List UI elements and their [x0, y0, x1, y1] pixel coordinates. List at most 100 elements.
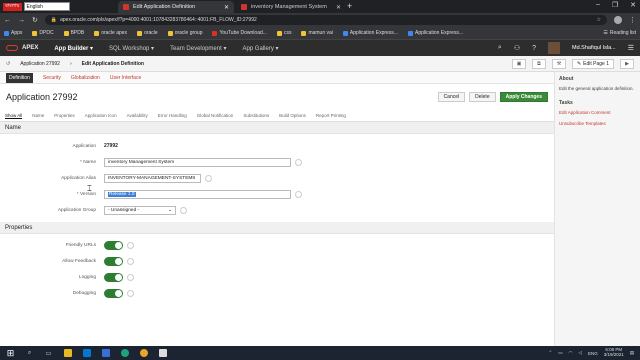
- run-icon[interactable]: ▣: [511, 58, 526, 69]
- mail-icon[interactable]: [101, 349, 110, 358]
- task-view-icon[interactable]: ▭: [44, 349, 53, 358]
- tab-error-handling[interactable]: Error Handling: [158, 113, 187, 118]
- breadcrumb-app[interactable]: Application 27992: [20, 61, 60, 67]
- nav-app-gallery[interactable]: App Gallery ▾: [242, 45, 278, 52]
- logging-toggle[interactable]: [104, 272, 123, 282]
- nav-sql-workshop[interactable]: SQL Workshop ▾: [109, 45, 154, 52]
- store-icon[interactable]: [82, 349, 91, 358]
- help-icon[interactable]: [127, 289, 134, 297]
- friendly-urls-toggle[interactable]: [104, 240, 123, 250]
- tab-application-icon[interactable]: Application Icon: [85, 113, 117, 118]
- user-name[interactable]: Md.Shafiqul Isla...: [572, 45, 616, 51]
- volume-icon[interactable]: ◁: [578, 350, 581, 356]
- tab-report-printing[interactable]: Report Printing: [316, 113, 346, 118]
- tab-availability[interactable]: Availability: [127, 113, 148, 118]
- reading-list[interactable]: ☰ Reading list: [603, 30, 636, 36]
- help-icon[interactable]: [180, 206, 187, 214]
- tab-show-all[interactable]: Show All: [5, 113, 23, 119]
- tab-user-interface[interactable]: User Interface: [110, 75, 141, 81]
- help-icon[interactable]: [127, 257, 134, 265]
- close-tab-icon[interactable]: ✕: [336, 4, 341, 11]
- bookmark[interactable]: oracle: [137, 30, 158, 36]
- tab-security[interactable]: Security: [43, 75, 61, 81]
- tab-inventory[interactable]: inventory Management System ✕: [236, 1, 346, 13]
- help-icon[interactable]: [127, 273, 134, 281]
- wrench-icon[interactable]: ⚒: [551, 58, 566, 69]
- close-window-icon[interactable]: ✕: [630, 1, 636, 9]
- bookmark[interactable]: mamun vai: [301, 30, 333, 36]
- tab-globalization[interactable]: Globalization: [71, 75, 100, 81]
- maximize-icon[interactable]: ❐: [612, 1, 618, 9]
- tab-properties[interactable]: Properties: [54, 113, 75, 118]
- chrome-icon[interactable]: [139, 349, 148, 358]
- language-indicator[interactable]: ENG: [588, 351, 598, 356]
- people-icon[interactable]: ⚇: [514, 44, 520, 52]
- wifi-icon[interactable]: ◠: [569, 350, 573, 356]
- allow-feedback-toggle[interactable]: [104, 256, 123, 266]
- app-icon[interactable]: [158, 349, 167, 358]
- cancel-button[interactable]: Cancel: [437, 92, 466, 102]
- bookmark[interactable]: DPDC: [32, 30, 54, 36]
- youtube-icon: [212, 30, 218, 36]
- alias-input[interactable]: INVENTORY-MANAGEMENT-SYSTEM8: [104, 173, 201, 183]
- help-icon[interactable]: [205, 174, 212, 182]
- debugging-toggle[interactable]: [104, 288, 123, 298]
- clock[interactable]: 6:08 PM 3/19/2021: [604, 347, 624, 358]
- version-input[interactable]: Release 1.0: [104, 189, 291, 199]
- avatar[interactable]: [548, 42, 560, 54]
- help-icon[interactable]: [295, 190, 302, 198]
- bookmark[interactable]: BPDB: [63, 30, 84, 36]
- star-icon[interactable]: ☆: [597, 17, 601, 23]
- bookmark-apps[interactable]: Apps: [4, 30, 22, 36]
- tab-definition[interactable]: Definition: [6, 72, 33, 83]
- menu-icon[interactable]: ☰: [628, 44, 634, 52]
- nav-team-development[interactable]: Team Development ▾: [170, 45, 226, 52]
- task-edit-comment[interactable]: Edit Application Comment: [559, 110, 636, 115]
- chevron-up-icon[interactable]: ⌃: [548, 350, 552, 356]
- play-icon[interactable]: ▶: [620, 58, 634, 69]
- application-group-select[interactable]: - Unassigned - ⌄: [104, 205, 176, 215]
- file-explorer-icon[interactable]: [63, 349, 72, 358]
- bookmark[interactable]: YouTube Download...: [212, 30, 267, 36]
- help-icon[interactable]: ?: [532, 45, 536, 52]
- search-icon[interactable]: ⌕: [498, 44, 502, 52]
- bookmark[interactable]: oracle apex: [94, 30, 127, 36]
- name-input[interactable]: inventory Management System: [104, 157, 291, 167]
- search-icon[interactable]: ⌕: [25, 349, 34, 358]
- link-icon[interactable]: ⧉: [531, 58, 546, 69]
- tab-name[interactable]: Name: [32, 113, 44, 118]
- nav-app-builder[interactable]: App Builder ▾: [54, 45, 93, 52]
- edit-page-button[interactable]: ✎ Edit Page 1: [571, 58, 614, 69]
- reload-icon[interactable]: ↻: [32, 16, 38, 24]
- battery-icon[interactable]: ▭: [558, 350, 562, 356]
- apex-favicon-icon: [241, 4, 247, 10]
- tab-substitutions[interactable]: Substitutions: [243, 113, 269, 118]
- windows-start-icon[interactable]: ⊞: [6, 348, 15, 358]
- bookmark[interactable]: Application Express...: [407, 30, 463, 36]
- menu-icon[interactable]: ⋮: [629, 16, 636, 24]
- back-icon[interactable]: ←: [4, 17, 11, 24]
- url-bar[interactable]: 🔒 apex.oracle.com/pls/apex/f?p=4000:4001…: [44, 15, 607, 25]
- edge-icon[interactable]: [120, 349, 129, 358]
- delete-button[interactable]: Delete: [469, 92, 496, 102]
- ext-label[interactable]: বাংলায়: [3, 2, 22, 11]
- task-unsubscribe-templates[interactable]: Unsubscribe Templates: [559, 121, 636, 126]
- apply-changes-button[interactable]: Apply Changes: [499, 92, 548, 102]
- forward-icon[interactable]: →: [18, 17, 25, 24]
- language-select[interactable]: English: [23, 2, 70, 11]
- tab-global-notification[interactable]: Global Notification: [197, 113, 234, 118]
- notifications-icon[interactable]: ▤: [630, 350, 634, 356]
- new-tab-icon[interactable]: +: [347, 1, 352, 11]
- close-tab-icon[interactable]: ✕: [224, 4, 229, 11]
- bookmark[interactable]: Application Express...: [342, 30, 398, 36]
- apex-logo[interactable]: APEX: [6, 45, 38, 51]
- help-icon[interactable]: [295, 158, 302, 166]
- bookmark[interactable]: oracle group: [167, 30, 202, 36]
- profile-icon[interactable]: [614, 16, 622, 24]
- breadcrumb-back-icon[interactable]: ↺: [6, 61, 10, 67]
- tab-build-options[interactable]: Build Options: [279, 113, 306, 118]
- tab-edit-app[interactable]: Edit Application Definition ✕: [118, 1, 234, 13]
- help-icon[interactable]: [127, 241, 134, 249]
- bookmark[interactable]: css: [276, 30, 291, 36]
- minimize-icon[interactable]: –: [596, 1, 600, 9]
